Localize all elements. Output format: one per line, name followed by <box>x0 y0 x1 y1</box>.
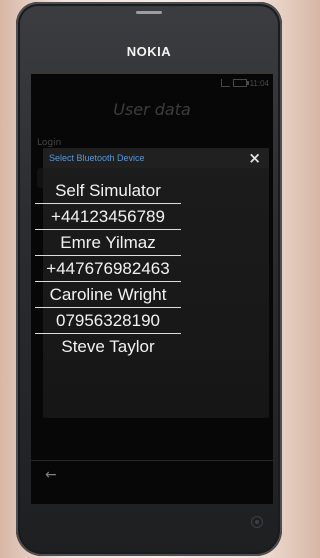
back-arrow-icon[interactable]: ← <box>45 467 57 483</box>
home-button[interactable] <box>251 516 263 528</box>
device-item-self-simulator[interactable]: Self Simulator <box>35 178 181 204</box>
phone-frame: NOKIA 11:04 User data Login Select Bluet… <box>16 2 282 556</box>
device-item-steve-taylor[interactable]: Steve Taylor <box>35 334 181 359</box>
device-list: Self Simulator +44123456789 Emre Yilmaz … <box>35 178 269 359</box>
bottom-toolbar: ← <box>31 460 273 491</box>
close-icon[interactable]: × <box>248 150 261 166</box>
device-item-emre-yilmaz[interactable]: Emre Yilmaz <box>35 230 181 256</box>
speaker-grille <box>136 11 162 14</box>
device-item-5[interactable]: 07956328190 <box>35 308 181 334</box>
screen: 11:04 User data Login Select Bluetooth D… <box>31 74 273 504</box>
brand-logo: NOKIA <box>126 44 172 59</box>
dialog-header: Select Bluetooth Device × <box>43 148 269 168</box>
device-item-caroline-wright[interactable]: Caroline Wright <box>35 282 181 308</box>
device-item-1[interactable]: +44123456789 <box>35 204 181 230</box>
dialog-title: Select Bluetooth Device <box>49 153 145 163</box>
bluetooth-device-dialog: Select Bluetooth Device × Self Simulator… <box>35 148 269 418</box>
device-item-3[interactable]: +447676982463 <box>35 256 181 282</box>
